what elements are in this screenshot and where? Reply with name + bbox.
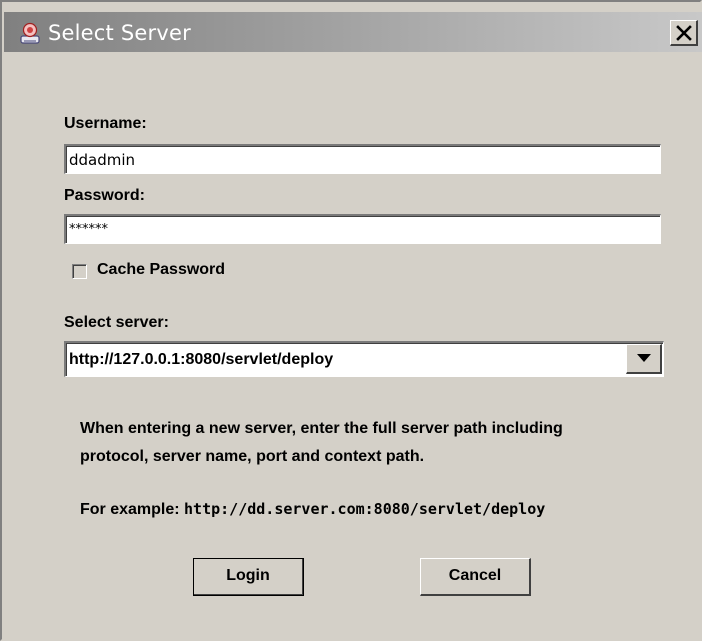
close-icon xyxy=(675,25,692,41)
username-label: Username: xyxy=(64,115,147,132)
window-title: Select Server xyxy=(48,21,191,45)
example-text: For example: http://dd.server.com:8080/s… xyxy=(80,496,545,523)
checkbox-box[interactable] xyxy=(72,264,87,279)
info-line-2: protocol, server name, port and context … xyxy=(80,448,425,465)
server-dropdown-button[interactable] xyxy=(626,344,662,374)
cancel-button[interactable]: Cancel xyxy=(420,558,531,596)
server-select-value: http://127.0.0.1:8080/servlet/deploy xyxy=(69,351,334,368)
login-button[interactable]: Login xyxy=(193,558,304,596)
title-bar[interactable]: Select Server xyxy=(4,12,702,52)
close-button[interactable] xyxy=(670,20,698,46)
password-label: Password: xyxy=(64,187,145,204)
chevron-down-icon xyxy=(636,354,651,362)
select-server-label: Select server: xyxy=(64,314,169,331)
server-select[interactable]: http://127.0.0.1:8080/servlet/deploy xyxy=(64,341,664,377)
java-app-icon xyxy=(18,21,42,45)
password-field[interactable]: ****** xyxy=(64,214,661,244)
cache-password-label[interactable]: Cache Password xyxy=(97,261,225,279)
select-server-dialog: Select Server Username: ddadmin Password… xyxy=(0,0,702,641)
info-line-1: When entering a new server, enter the fu… xyxy=(80,420,563,437)
example-url: http://dd.server.com:8080/servlet/deploy xyxy=(184,500,546,518)
username-field[interactable]: ddadmin xyxy=(64,144,661,174)
example-prefix: For example: xyxy=(80,501,185,518)
